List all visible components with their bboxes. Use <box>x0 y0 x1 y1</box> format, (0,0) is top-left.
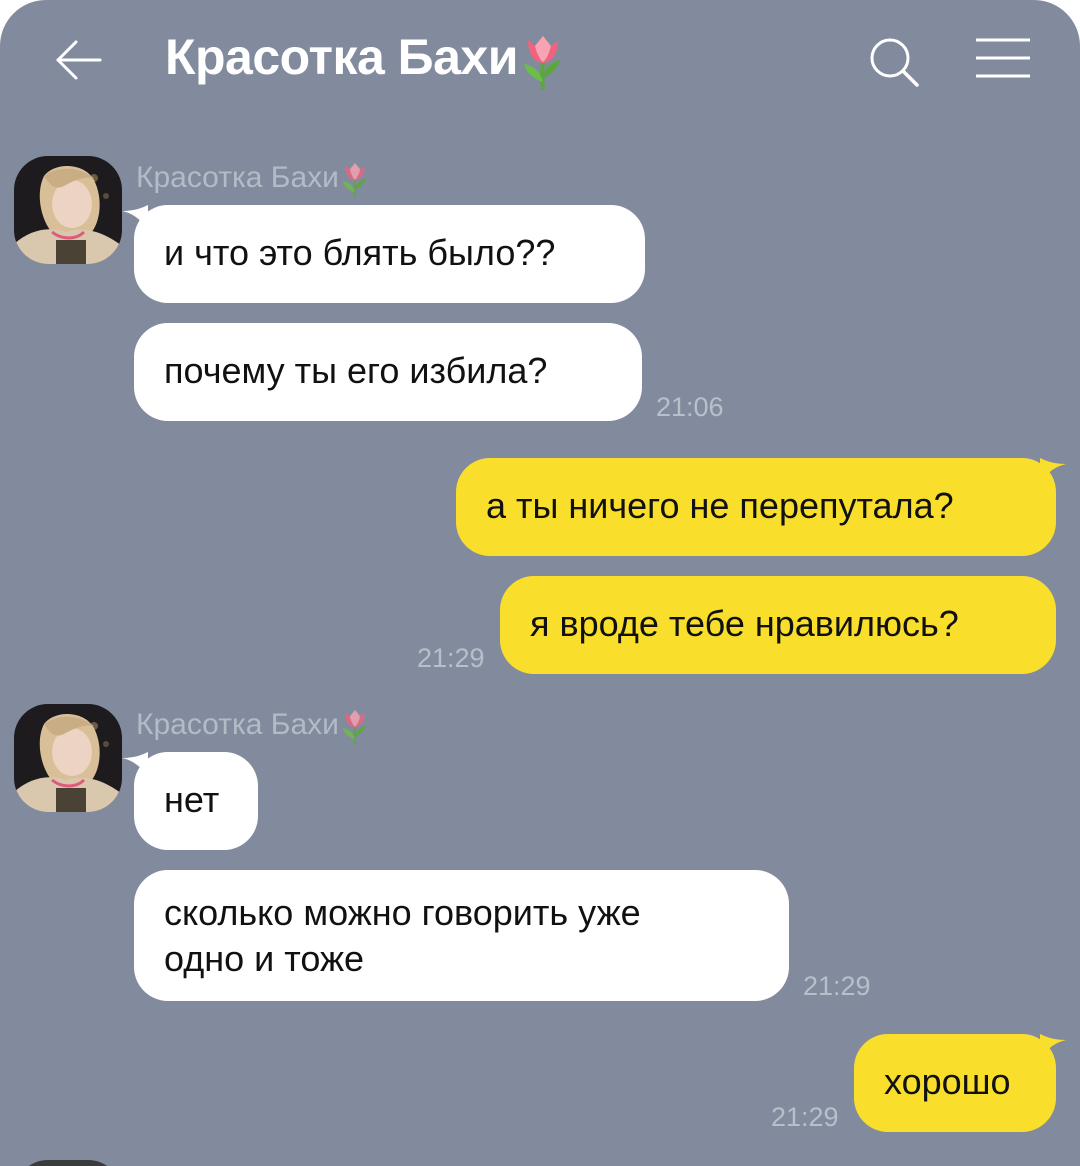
search-button[interactable] <box>862 30 926 94</box>
chat-title-text: Красотка Бахи <box>165 29 518 85</box>
message-time: 21:29 <box>417 643 485 673</box>
avatar-photo <box>14 156 122 264</box>
arrow-left-icon <box>56 40 102 80</box>
contact-avatar-partial <box>14 1160 122 1166</box>
message-bubble-outgoing[interactable]: хорошо <box>854 1034 1056 1132</box>
tulip-emoji-icon <box>523 35 560 90</box>
contact-avatar[interactable] <box>14 704 122 812</box>
message-bubble-outgoing[interactable]: а ты ничего не перепутала? <box>456 458 1056 556</box>
contact-avatar[interactable] <box>14 156 122 264</box>
message-time: 21:06 <box>656 392 724 422</box>
chat-title[interactable]: Красотка Бахи <box>165 28 568 90</box>
message-time: 21:29 <box>771 1102 839 1132</box>
chat-screen: Красотка Бахи Красотка Бахи и что это бл… <box>0 0 1080 1166</box>
tulip-emoji-icon <box>342 710 366 745</box>
search-icon <box>870 38 919 87</box>
chat-header: Красотка Бахи <box>0 0 1080 120</box>
message-bubble-incoming[interactable]: и что это блять было?? <box>134 205 645 303</box>
hamburger-menu-icon <box>976 38 1030 78</box>
sender-name: Красотка Бахи <box>136 707 371 745</box>
message-bubble-incoming[interactable]: сколько можно говорить уже одно и тоже <box>134 870 789 1001</box>
sender-name: Красотка Бахи <box>136 160 371 198</box>
tulip-emoji-icon <box>342 163 366 198</box>
back-button[interactable] <box>50 32 106 88</box>
menu-button[interactable] <box>972 34 1036 84</box>
message-bubble-incoming[interactable]: нет <box>134 752 258 850</box>
bubble-tail <box>1040 458 1066 482</box>
message-time: 21:29 <box>803 971 871 1001</box>
avatar-photo <box>14 704 122 812</box>
bubble-tail <box>1040 1034 1066 1058</box>
message-bubble-outgoing[interactable]: я вроде тебе нравилюсь? <box>500 576 1056 674</box>
message-bubble-incoming[interactable]: почему ты его избила? <box>134 323 642 421</box>
